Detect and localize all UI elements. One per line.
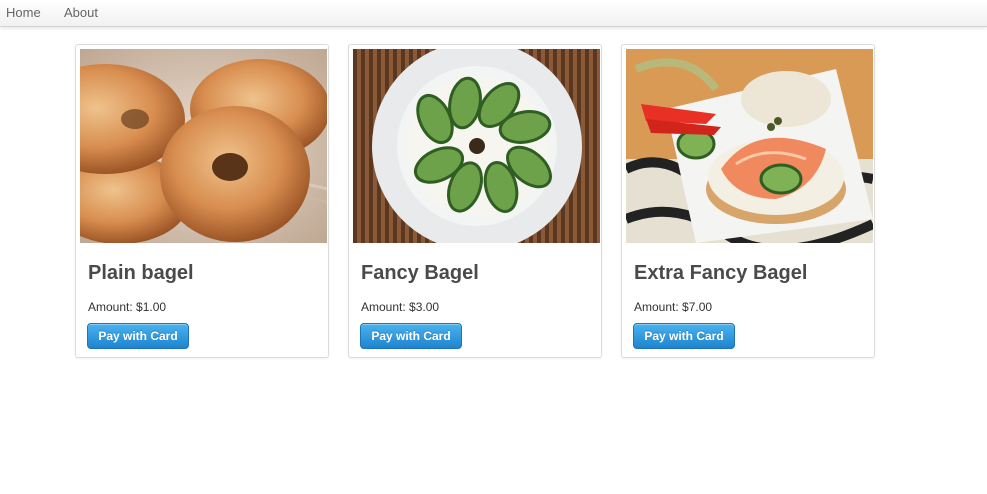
pay-with-card-button[interactable]: Pay with Card — [633, 323, 735, 349]
pay-with-card-button[interactable]: Pay with Card — [360, 323, 462, 349]
product-title: Extra Fancy Bagel — [634, 262, 808, 284]
plain-bagel-photo — [80, 49, 327, 243]
product-card-plain-bagel: Plain bagel Amount: $1.00 Pay with Card — [75, 44, 329, 358]
product-title: Plain bagel — [88, 262, 194, 284]
fancy-bagel-photo — [353, 49, 600, 243]
product-card-fancy-bagel: Fancy Bagel Amount: $3.00 Pay with Card — [348, 44, 602, 358]
product-amount: Amount: $3.00 — [361, 300, 440, 314]
top-navbar: Home About — [0, 0, 987, 27]
pay-with-card-button[interactable]: Pay with Card — [87, 323, 189, 349]
nav-home-link[interactable]: Home — [6, 5, 41, 20]
nav-about-link[interactable]: About — [64, 5, 98, 20]
product-title: Fancy Bagel — [361, 262, 479, 284]
product-card-extra-fancy-bagel: Extra Fancy Bagel Amount: $7.00 Pay with… — [621, 44, 875, 358]
extra-fancy-bagel-photo — [626, 49, 873, 243]
product-amount: Amount: $7.00 — [634, 300, 713, 314]
product-amount: Amount: $1.00 — [88, 300, 167, 314]
